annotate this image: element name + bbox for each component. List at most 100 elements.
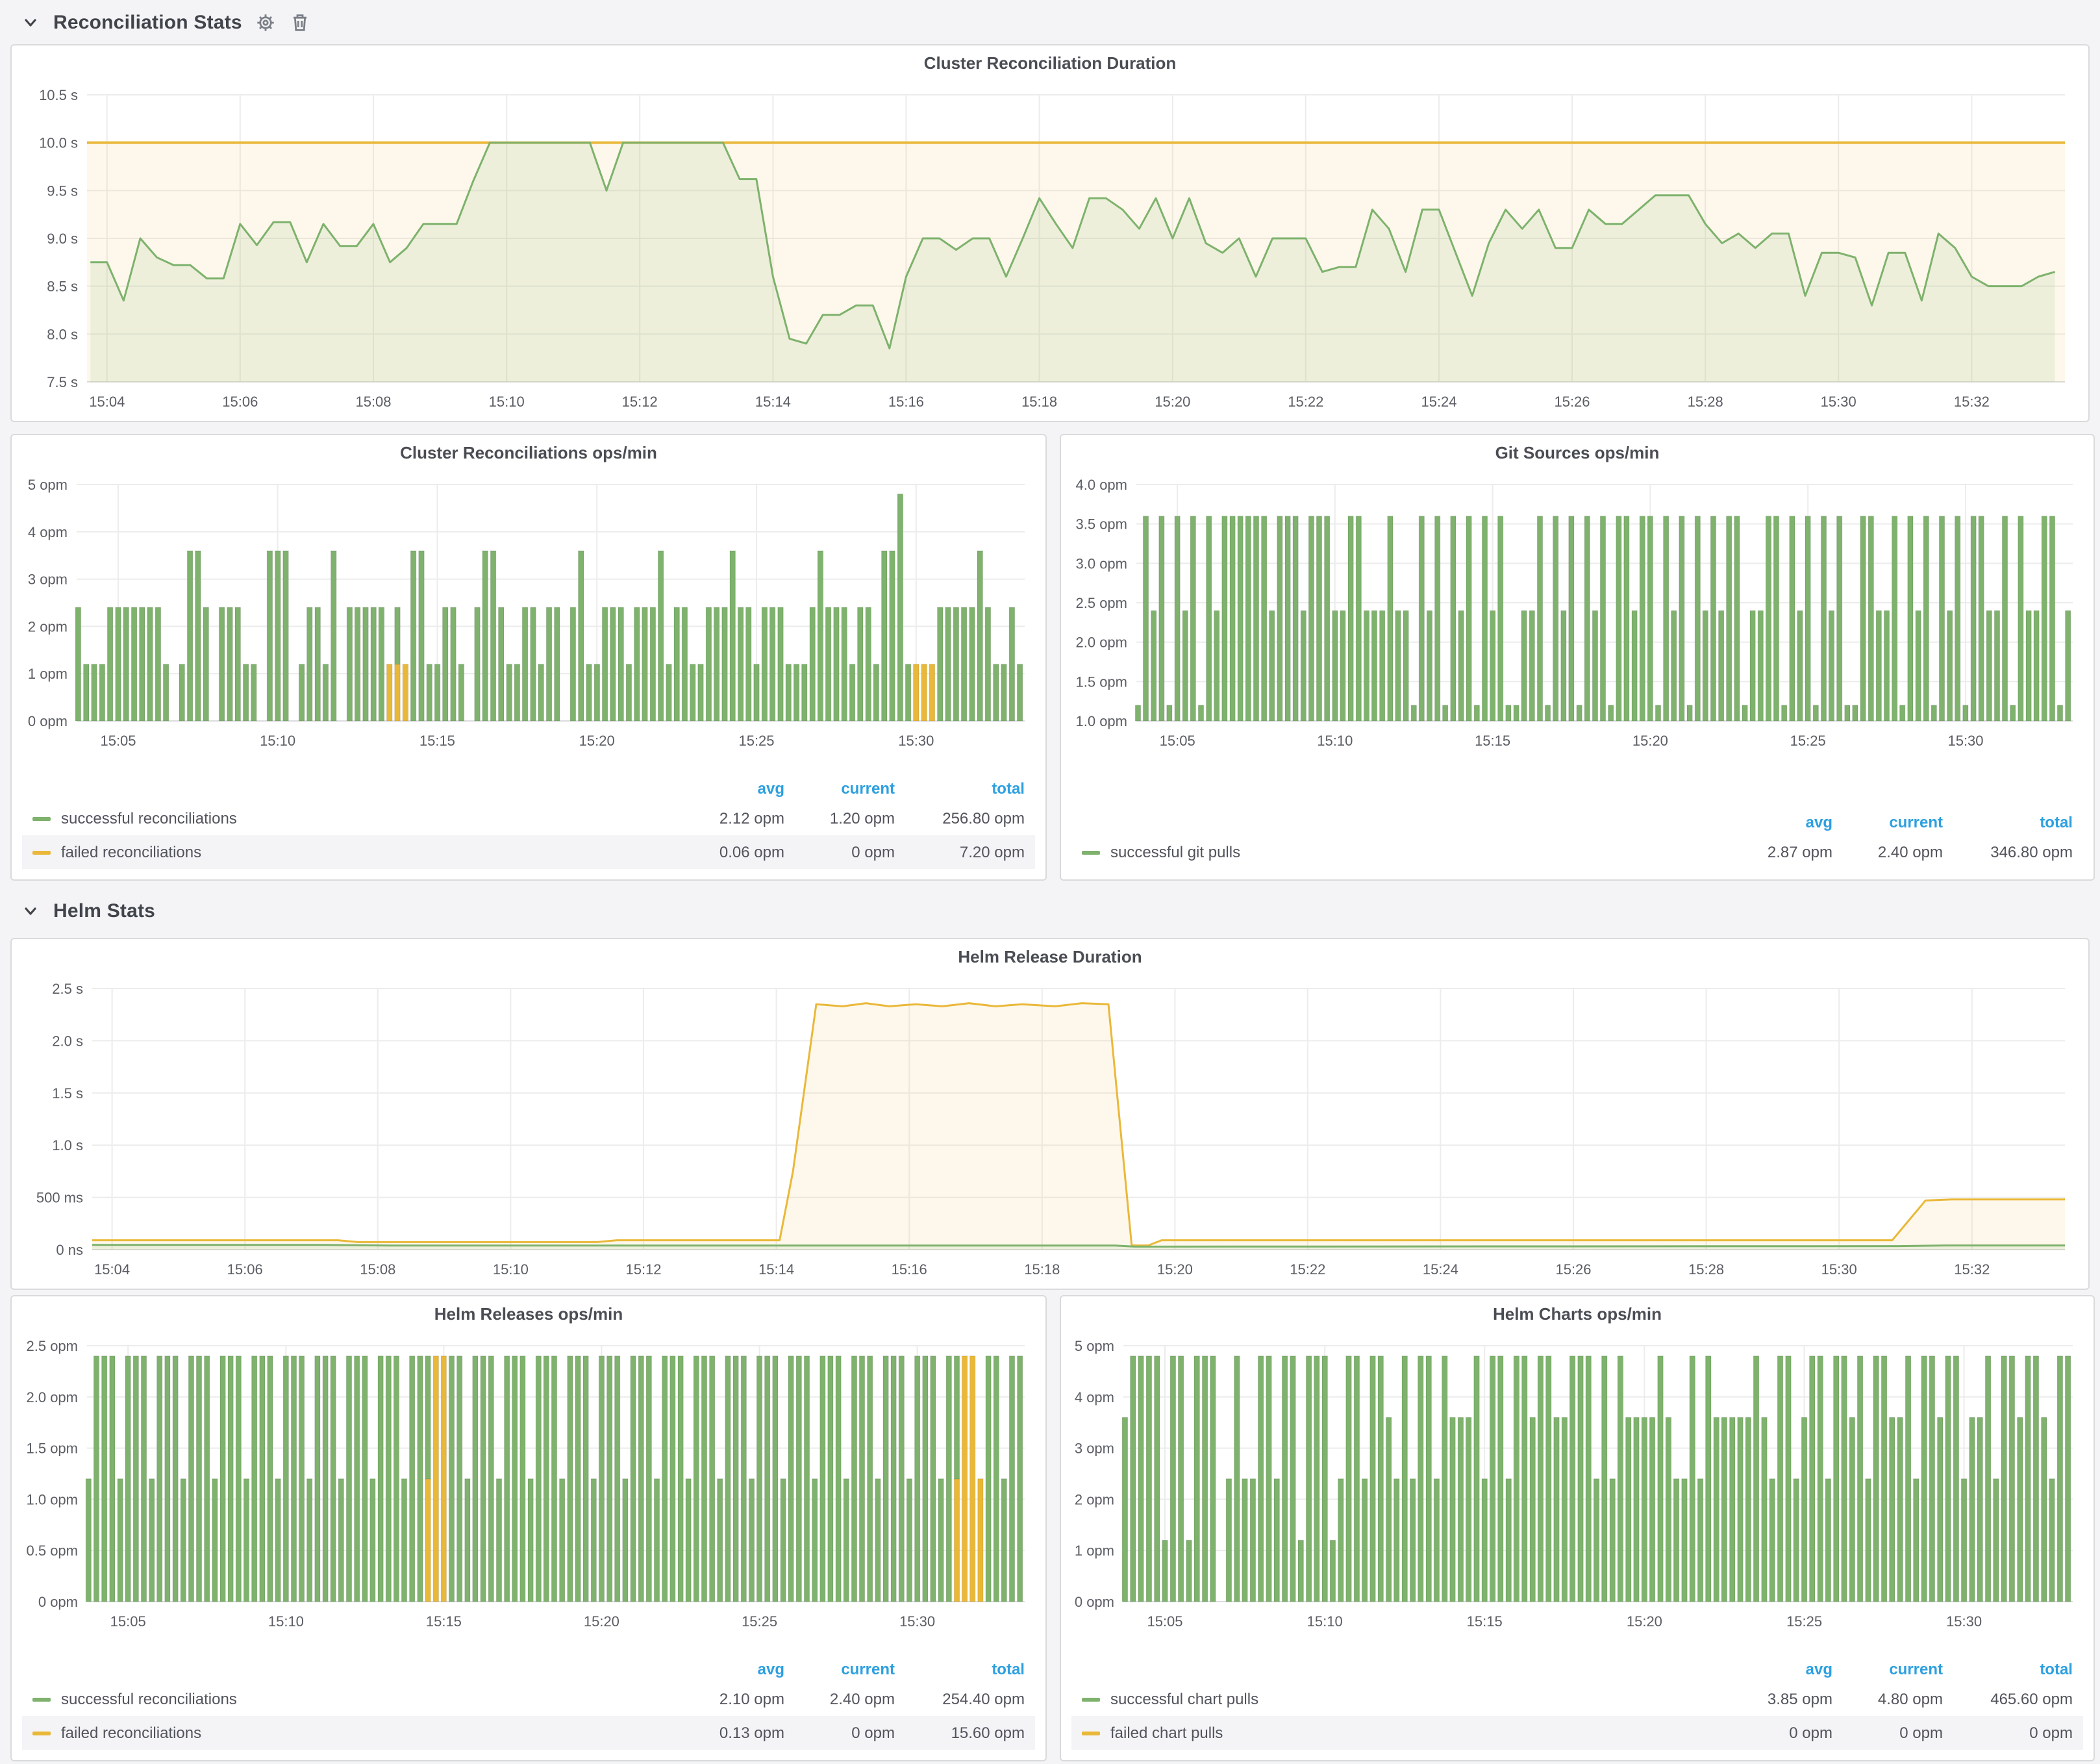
helm-releases-chart[interactable]: 0 opm0.5 opm1.0 opm1.5 opm2.0 opm2.5 opm…: [14, 1330, 1043, 1635]
svg-text:15:24: 15:24: [1423, 1261, 1458, 1278]
svg-text:15:30: 15:30: [898, 733, 934, 749]
svg-text:15:20: 15:20: [579, 733, 615, 749]
legend-sort-current[interactable]: current: [784, 1660, 895, 1678]
svg-text:9.0 s: 9.0 s: [47, 231, 78, 247]
legend-series-label[interactable]: failed reconciliations: [61, 1724, 201, 1742]
svg-text:15:08: 15:08: [360, 1261, 395, 1278]
legend-sort-total[interactable]: total: [895, 779, 1025, 798]
svg-text:15:18: 15:18: [1021, 394, 1057, 410]
svg-text:9.5 s: 9.5 s: [47, 183, 78, 199]
legend-value: 2.87 opm: [1722, 843, 1832, 861]
svg-text:2.0 opm: 2.0 opm: [27, 1389, 79, 1405]
svg-text:15:14: 15:14: [758, 1261, 794, 1278]
legend: avgcurrenttotal successful reconciliation…: [22, 775, 1035, 869]
svg-text:15:05: 15:05: [110, 1613, 146, 1630]
svg-text:15:10: 15:10: [268, 1613, 304, 1630]
legend-sort-total[interactable]: total: [895, 1660, 1025, 1678]
git-sources-chart[interactable]: 1.0 opm1.5 opm2.0 opm2.5 opm3.0 opm3.5 o…: [1064, 469, 2091, 755]
cluster-reconciliation-duration-chart[interactable]: 7.5 s8.0 s8.5 s9.0 s9.5 s10.0 s10.5 s15:…: [14, 79, 2086, 416]
legend-series-label[interactable]: successful reconciliations: [61, 809, 237, 827]
svg-text:2 opm: 2 opm: [1075, 1491, 1114, 1507]
legend-sort-avg[interactable]: avg: [674, 1660, 784, 1678]
svg-text:15:24: 15:24: [1421, 394, 1456, 410]
svg-text:2.5 opm: 2.5 opm: [1076, 595, 1128, 611]
svg-text:15:10: 15:10: [1307, 1613, 1343, 1630]
helm-release-duration-chart[interactable]: 0 ns500 ms1.0 s1.5 s2.0 s2.5 s15:0415:06…: [14, 973, 2086, 1283]
legend-series-label[interactable]: successful reconciliations: [61, 1690, 237, 1708]
svg-text:15:20: 15:20: [584, 1613, 619, 1630]
svg-text:15:28: 15:28: [1688, 394, 1723, 410]
panel-helm-charts-opm: Helm Charts ops/min 0 opm1 opm2 opm3 opm…: [1060, 1295, 2095, 1761]
panel-git-sources-opm: Git Sources ops/min 1.0 opm1.5 opm2.0 op…: [1060, 434, 2095, 881]
panel-title[interactable]: Cluster Reconciliations ops/min: [12, 443, 1045, 462]
svg-text:15:30: 15:30: [1947, 733, 1983, 749]
svg-text:15:05: 15:05: [100, 733, 136, 749]
svg-text:2.5 opm: 2.5 opm: [27, 1338, 79, 1354]
svg-text:15:10: 15:10: [493, 1261, 529, 1278]
legend-sort-current[interactable]: current: [784, 779, 895, 798]
panel-cluster-reconciliations-opm: Cluster Reconciliations ops/min 0 opm1 o…: [10, 434, 1047, 881]
panel-title[interactable]: Helm Releases ops/min: [12, 1304, 1045, 1324]
svg-text:4 opm: 4 opm: [1075, 1389, 1114, 1405]
section-header-helm-stats[interactable]: Helm Stats: [18, 894, 155, 927]
svg-text:15:10: 15:10: [489, 394, 525, 410]
svg-text:1.0 opm: 1.0 opm: [27, 1491, 79, 1507]
chevron-down-icon[interactable]: [18, 10, 42, 34]
legend-value: 7.20 opm: [895, 843, 1025, 861]
legend-sort-total[interactable]: total: [1943, 1660, 2073, 1678]
trash-icon[interactable]: [289, 10, 312, 34]
cluster-reconciliations-chart[interactable]: 0 opm1 opm2 opm3 opm4 opm5 opm15:0515:10…: [14, 469, 1043, 755]
legend-sort-avg[interactable]: avg: [1722, 813, 1832, 831]
series-color-dash: [32, 1731, 51, 1735]
legend-sort-current[interactable]: current: [1832, 1660, 1943, 1678]
svg-text:10.0 s: 10.0 s: [39, 135, 78, 151]
gear-icon[interactable]: [254, 10, 277, 34]
legend-value: 1.20 opm: [784, 809, 895, 827]
svg-text:8.5 s: 8.5 s: [47, 279, 78, 295]
svg-text:2.0 opm: 2.0 opm: [1076, 635, 1128, 651]
panel-helm-release-duration: Helm Release Duration 0 ns500 ms1.0 s1.5…: [10, 938, 2090, 1290]
chevron-down-icon[interactable]: [18, 899, 42, 922]
series-color-dash: [1082, 1697, 1100, 1701]
legend-series-label[interactable]: successful git pulls: [1110, 843, 1240, 861]
legend-value: 3.85 opm: [1722, 1690, 1832, 1708]
legend-sort-total[interactable]: total: [1943, 813, 2073, 831]
svg-text:7.5 s: 7.5 s: [47, 374, 78, 390]
panel-title[interactable]: Helm Charts ops/min: [1061, 1304, 2094, 1324]
svg-text:2.0 s: 2.0 s: [52, 1033, 83, 1049]
svg-text:15:22: 15:22: [1290, 1261, 1325, 1278]
legend-sort-avg[interactable]: avg: [674, 779, 784, 798]
legend-series-label[interactable]: failed reconciliations: [61, 843, 201, 861]
svg-text:15:08: 15:08: [355, 394, 391, 410]
legend-series-label[interactable]: successful chart pulls: [1110, 1690, 1258, 1708]
legend-value: 0.06 opm: [674, 843, 784, 861]
panel-title[interactable]: Git Sources ops/min: [1061, 443, 2094, 462]
legend-series-label[interactable]: failed chart pulls: [1110, 1724, 1223, 1742]
svg-text:5 opm: 5 opm: [28, 477, 68, 493]
series-color-dash: [32, 816, 51, 820]
panel-title[interactable]: Cluster Reconciliation Duration: [12, 53, 2088, 73]
legend-row: successful git pulls2.87 opm2.40 opm346.…: [1071, 835, 2083, 869]
legend-row: failed reconciliations0.13 opm0 opm15.60…: [22, 1716, 1035, 1750]
legend-value: 4.80 opm: [1832, 1690, 1943, 1708]
legend-sort-avg[interactable]: avg: [1722, 1660, 1832, 1678]
svg-text:3 opm: 3 opm: [28, 572, 68, 588]
legend-row: failed reconciliations0.06 opm0 opm7.20 …: [22, 835, 1035, 869]
legend-sort-current[interactable]: current: [1832, 813, 1943, 831]
legend: avgcurrenttotal successful chart pulls 3.8…: [1071, 1656, 2083, 1750]
panel-cluster-reconciliation-duration: Cluster Reconciliation Duration 7.5 s8.0…: [10, 44, 2090, 422]
legend-value: 256.80 opm: [895, 809, 1025, 827]
svg-text:0 opm: 0 opm: [28, 713, 68, 729]
series-color-dash: [1082, 850, 1100, 854]
svg-text:1.0 s: 1.0 s: [52, 1137, 83, 1153]
section-header-reconciliation-stats[interactable]: Reconciliation Stats: [18, 5, 312, 39]
legend-row: successful reconciliations2.12 opm1.20 o…: [22, 801, 1035, 835]
panel-title[interactable]: Helm Release Duration: [12, 947, 2088, 966]
helm-charts-chart[interactable]: 0 opm1 opm2 opm3 opm4 opm5 opm15:0515:10…: [1064, 1330, 2091, 1635]
svg-text:15:12: 15:12: [622, 394, 658, 410]
svg-text:1.5 s: 1.5 s: [52, 1085, 83, 1102]
svg-text:500 ms: 500 ms: [36, 1190, 83, 1206]
legend-value: 2.10 opm: [674, 1690, 784, 1708]
svg-text:15:22: 15:22: [1288, 394, 1323, 410]
svg-text:15:20: 15:20: [1627, 1613, 1662, 1630]
